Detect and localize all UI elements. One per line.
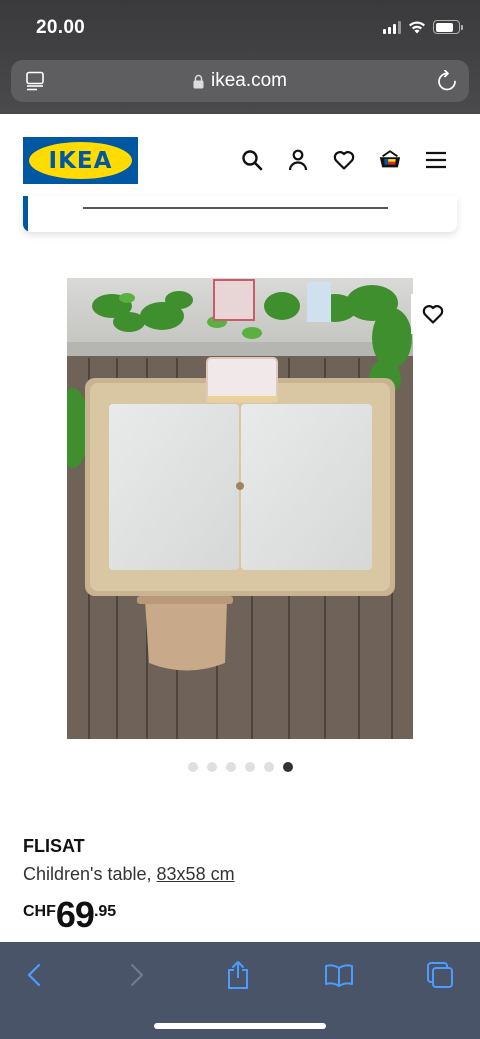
tabs-icon: [427, 962, 453, 988]
favourites-icon[interactable]: [332, 148, 356, 172]
reload-icon[interactable]: [437, 70, 457, 92]
logo-text: IKEA: [48, 147, 113, 174]
url-display[interactable]: ikea.com: [11, 70, 469, 92]
home-indicator[interactable]: [154, 1023, 326, 1029]
gallery-dot[interactable]: [263, 762, 274, 772]
search-icon[interactable]: [240, 148, 264, 172]
product-type: Children's table,: [23, 864, 152, 884]
header-icons: [240, 148, 448, 172]
url-text: ikea.com: [210, 70, 288, 91]
gallery-dot-active[interactable]: [282, 762, 293, 772]
wifi-icon: [409, 21, 425, 34]
menu-icon[interactable]: [424, 148, 448, 172]
cellular-signal-icon: [383, 20, 401, 34]
lock-icon: [193, 74, 204, 88]
product-price: CHF 69 .95: [23, 896, 116, 934]
price-integer: 69: [55, 894, 95, 935]
chevron-left-icon: [27, 963, 41, 987]
product-description: Children's table, 83x58 cm: [23, 864, 235, 885]
status-bar: 20.00: [0, 0, 480, 54]
address-bar[interactable]: ikea.com: [11, 60, 469, 102]
heart-outline-icon: [422, 305, 444, 324]
gallery-pagination: [0, 762, 480, 772]
browser-top-chrome: 20.00 ikea.com: [0, 0, 480, 114]
gallery-dot[interactable]: [225, 762, 236, 772]
forward-button[interactable]: [120, 960, 154, 990]
gallery-dot[interactable]: [187, 762, 198, 772]
site-header: IKEA: [0, 114, 480, 208]
status-icons: [383, 20, 463, 34]
battery-icon: [433, 20, 463, 34]
chevron-right-icon: [130, 963, 144, 987]
sticky-notice-card: [23, 196, 457, 232]
product-photo: [67, 278, 413, 739]
cart-icon[interactable]: [378, 148, 402, 172]
gallery-dot[interactable]: [206, 762, 217, 772]
logo-oval: IKEA: [29, 142, 132, 179]
status-time: 20.00: [36, 17, 86, 38]
product-name: FLISAT: [23, 836, 85, 856]
product-dimensions-link[interactable]: 83x58 cm: [157, 864, 235, 884]
bookmarks-button[interactable]: [322, 960, 356, 990]
account-icon[interactable]: [286, 148, 310, 172]
back-button[interactable]: [17, 960, 51, 990]
share-button[interactable]: [221, 960, 255, 990]
notice-accent: [23, 196, 28, 232]
product-image[interactable]: [67, 278, 413, 739]
ikea-logo[interactable]: IKEA: [23, 137, 138, 184]
book-icon: [325, 964, 353, 987]
price-currency: CHF: [23, 903, 56, 920]
notice-divider: [83, 207, 388, 209]
price-decimal: .95: [93, 903, 117, 920]
tabs-button[interactable]: [423, 960, 457, 990]
add-to-favourites-button[interactable]: [411, 294, 455, 334]
gallery-dot[interactable]: [244, 762, 255, 772]
share-icon: [228, 961, 248, 989]
